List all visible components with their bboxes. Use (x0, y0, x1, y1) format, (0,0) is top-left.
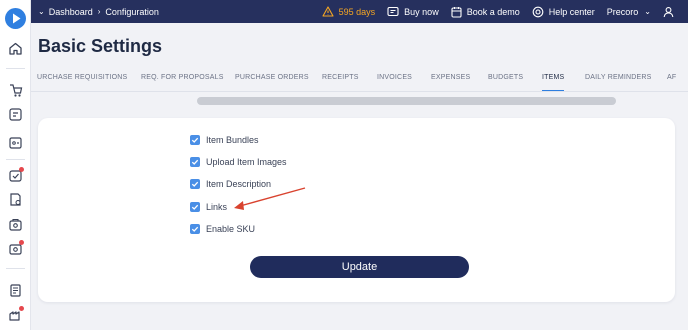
breadcrumb-dashboard[interactable]: Dashboard (49, 7, 93, 17)
buy-now-label: Buy now (404, 6, 439, 17)
enable-sku-label: Enable SKU (206, 224, 256, 234)
expenses-icon[interactable] (8, 217, 23, 232)
tab-items[interactable]: ITEMS (542, 74, 564, 81)
checkmark-icon (191, 181, 199, 187)
item-description-checkbox[interactable] (190, 179, 200, 189)
trial-indicator[interactable]: 595 days (322, 6, 376, 17)
orders-icon[interactable] (8, 135, 23, 150)
help-icon (532, 6, 544, 17)
top-bar: ⌄ Dashboard › Configuration 595 days Buy… (31, 0, 688, 23)
tab-daily-reminders[interactable]: DAILY REMINDERS (585, 74, 652, 81)
sidebar-divider (6, 159, 25, 160)
tabs-scrollbar[interactable] (197, 97, 616, 105)
chevron-down-icon[interactable]: ⌄ (38, 7, 45, 16)
tab-approval-truncated[interactable]: AF (667, 74, 676, 81)
chevron-down-icon: ⌄ (644, 7, 651, 16)
notification-dot (19, 240, 24, 245)
book-demo-label: Book a demo (466, 6, 520, 17)
receipts-icon[interactable] (8, 167, 24, 183)
item-bundles-label: Item Bundles (206, 135, 259, 145)
checkmark-icon (191, 204, 199, 210)
catalog-icon[interactable] (8, 283, 23, 298)
chevron-right-icon: › (97, 7, 101, 16)
cart-icon (387, 6, 399, 17)
trial-days: 595 days (338, 6, 376, 17)
upload-item-images-checkbox[interactable] (190, 157, 200, 167)
app-logo[interactable] (5, 8, 26, 29)
update-button[interactable]: Update (250, 256, 469, 278)
items-settings-card: Item Bundles Upload Item Images Item Des… (38, 118, 675, 302)
checkmark-icon (191, 137, 199, 143)
tab-receipts[interactable]: RECEIPTS (322, 74, 359, 81)
item-description-label: Item Description (206, 179, 272, 189)
option-enable-sku[interactable]: Enable SKU (190, 222, 255, 236)
option-item-bundles[interactable]: Item Bundles (190, 133, 259, 147)
requisition-icon[interactable] (8, 83, 23, 98)
links-label: Links (206, 202, 228, 212)
invoices-icon[interactable] (8, 192, 23, 207)
user-icon (663, 6, 674, 17)
sidebar-divider (6, 268, 25, 269)
option-links[interactable]: Links (190, 200, 227, 214)
help-center-label: Help center (548, 6, 595, 17)
company-menu[interactable]: Precoro ⌄ (607, 7, 651, 17)
notification-dot (19, 306, 24, 311)
home-icon[interactable] (8, 41, 23, 56)
option-item-description[interactable]: Item Description (190, 177, 271, 191)
user-menu[interactable] (663, 6, 679, 18)
option-upload-item-images[interactable]: Upload Item Images (190, 155, 287, 169)
notification-dot (19, 167, 24, 172)
company-name: Precoro (606, 6, 639, 17)
tab-invoices[interactable]: INVOICES (377, 74, 412, 81)
page-title: Basic Settings (38, 36, 163, 56)
buy-now-link[interactable]: Buy now (387, 6, 439, 17)
sidebar (0, 0, 31, 330)
budgets-icon[interactable] (8, 240, 24, 256)
tab-budgets[interactable]: BUDGETS (488, 74, 523, 81)
breadcrumb: ⌄ Dashboard › Configuration (38, 7, 159, 17)
tab-purchase-requisitions[interactable]: URCHASE REQUISITIONS (37, 74, 127, 81)
tab-expenses[interactable]: EXPENSES (431, 74, 470, 81)
active-tab-indicator (542, 90, 564, 91)
warning-icon (322, 6, 334, 17)
calendar-icon (451, 6, 462, 18)
proposal-icon[interactable] (8, 107, 23, 122)
item-bundles-checkbox[interactable] (190, 135, 200, 145)
suppliers-icon[interactable] (8, 306, 24, 322)
links-checkbox[interactable] (190, 202, 200, 212)
checkmark-icon (191, 226, 199, 232)
settings-tabs: URCHASE REQUISITIONS REQ. FOR PROPOSALS … (31, 66, 688, 92)
book-demo-link[interactable]: Book a demo (451, 6, 520, 18)
breadcrumb-configuration[interactable]: Configuration (105, 7, 159, 17)
help-center-link[interactable]: Help center (532, 6, 595, 18)
upload-item-images-label: Upload Item Images (206, 157, 287, 167)
tab-purchase-orders[interactable]: PURCHASE ORDERS (235, 74, 309, 81)
sidebar-divider (6, 68, 25, 69)
checkmark-icon (191, 159, 199, 165)
enable-sku-checkbox[interactable] (190, 224, 200, 234)
tab-req-for-proposals[interactable]: REQ. FOR PROPOSALS (141, 74, 224, 81)
